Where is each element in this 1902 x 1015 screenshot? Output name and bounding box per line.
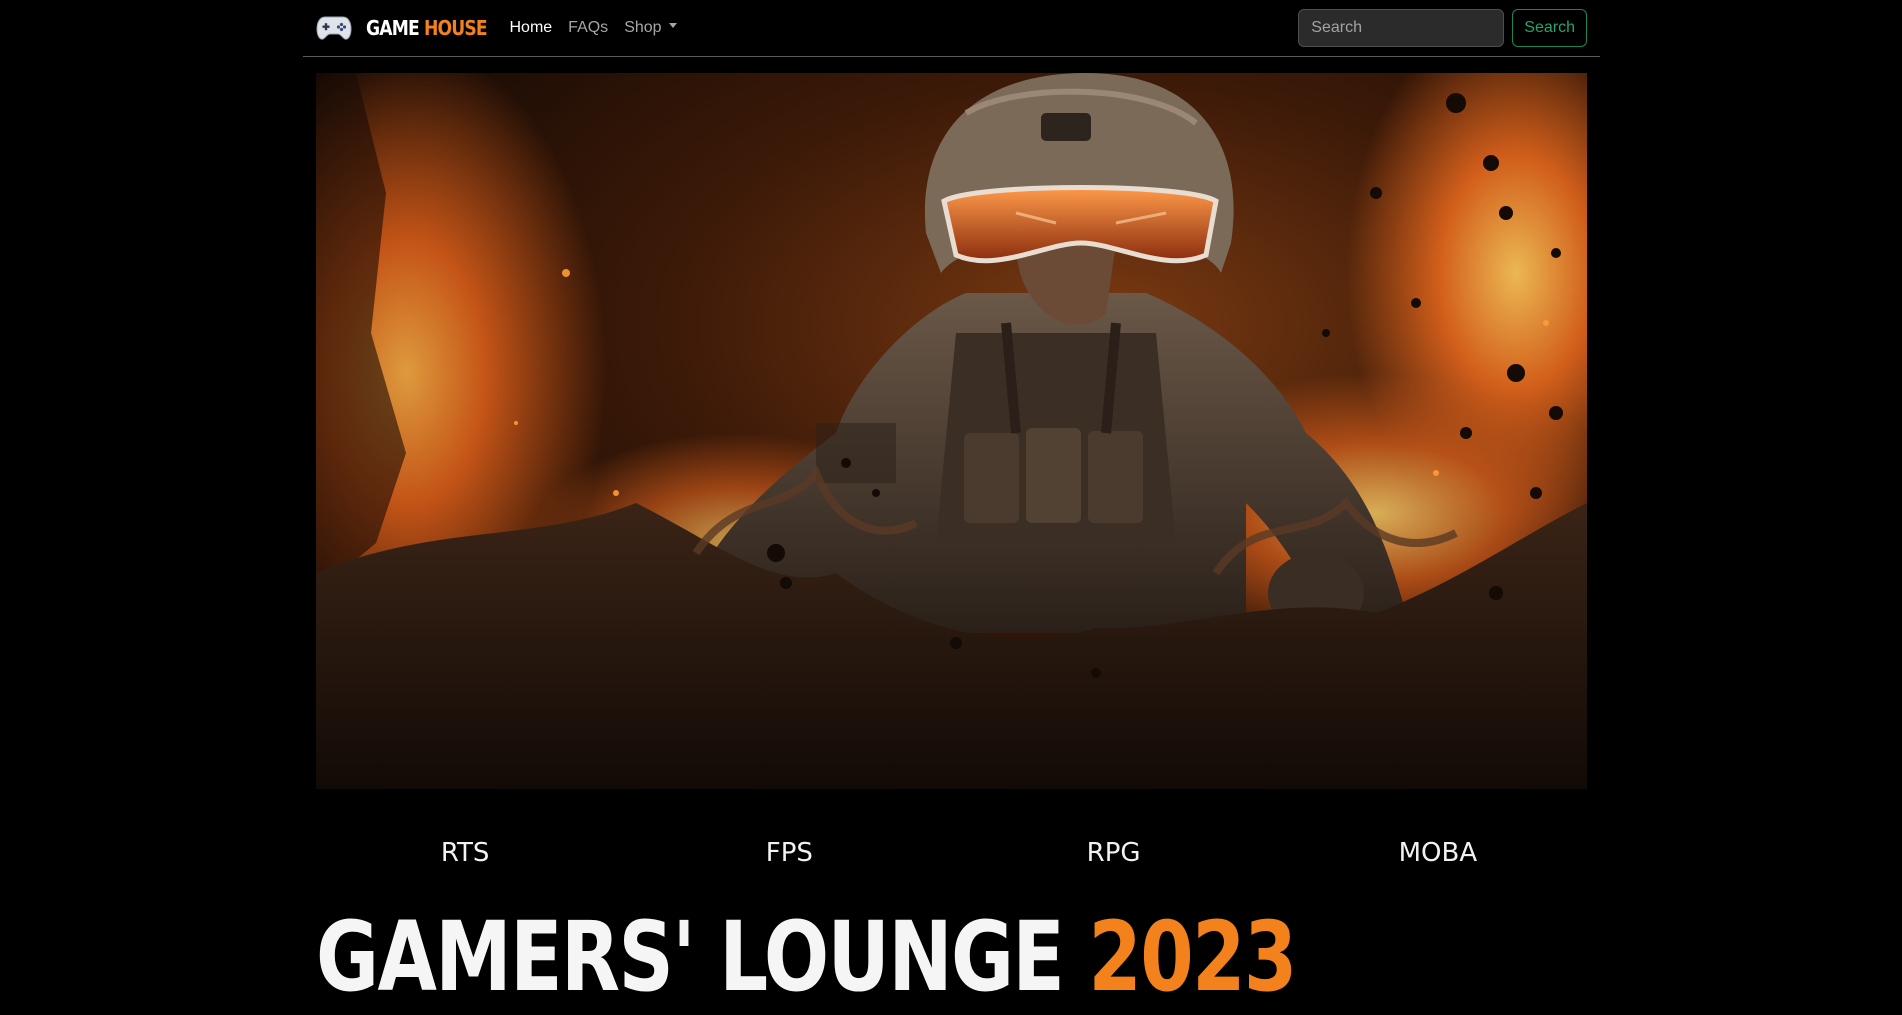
brand-logo[interactable]: GAME HOUSE — [316, 15, 506, 41]
gamepad-icon — [316, 16, 352, 40]
hero-image — [316, 73, 1587, 789]
nav-link-home[interactable]: Home — [509, 19, 552, 37]
genre-list: RTS FPS RPG MOBA — [303, 838, 1600, 868]
brand-name-main: GAME — [366, 16, 420, 40]
search-form: Search — [1298, 9, 1587, 47]
genre-rpg[interactable]: RPG — [952, 838, 1276, 868]
nav-link-shop-label: Shop — [624, 19, 662, 36]
nav-dropdown-shop[interactable]: Shop — [624, 19, 677, 37]
navbar: GAME HOUSE Home FAQs Shop Search — [303, 0, 1600, 57]
genre-moba[interactable]: MOBA — [1276, 838, 1600, 868]
nav-links: Home FAQs Shop — [509, 19, 692, 37]
page-headline: GAMERS' LOUNGE 2023 — [316, 900, 1297, 1015]
genre-rts[interactable]: RTS — [303, 838, 627, 868]
soldier-in-explosion-image — [316, 73, 1587, 789]
nav-link-faqs[interactable]: FAQs — [568, 19, 608, 37]
headline-main: GAMERS' LOUNGE — [316, 901, 1065, 1013]
brand-name: GAME HOUSE — [366, 16, 488, 40]
headline-year: 2023 — [1088, 901, 1297, 1013]
caret-down-icon — [668, 23, 677, 29]
search-button[interactable]: Search — [1512, 9, 1587, 47]
search-input[interactable] — [1298, 9, 1505, 47]
genre-fps[interactable]: FPS — [627, 838, 951, 868]
brand-name-accent: HOUSE — [423, 16, 488, 40]
